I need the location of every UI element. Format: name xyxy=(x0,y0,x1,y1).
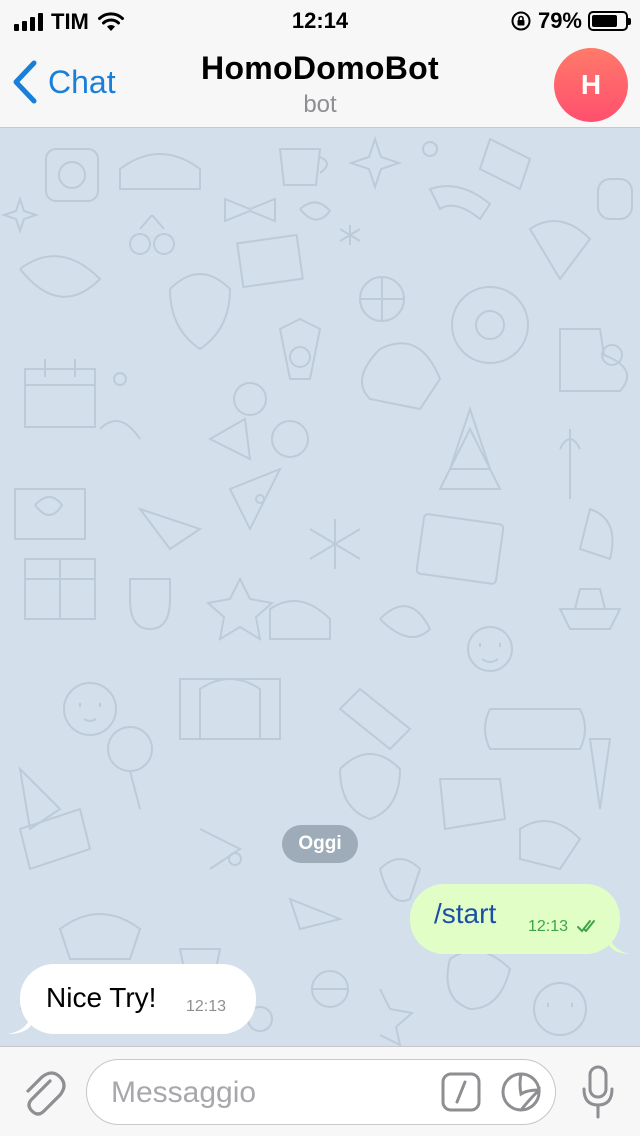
message-text: Nice Try! xyxy=(46,982,157,1013)
status-bar: TIM 12:14 79% xyxy=(0,0,640,40)
outgoing-message[interactable]: /start 12:13 xyxy=(410,884,630,954)
chevron-left-icon xyxy=(13,60,37,104)
command-icon[interactable] xyxy=(441,1072,481,1112)
message-input[interactable] xyxy=(111,1072,411,1114)
paperclip-icon[interactable] xyxy=(20,1067,66,1117)
date-separator: Oggi xyxy=(282,825,358,863)
message-text: /start xyxy=(434,898,497,929)
message-time: 12:13 xyxy=(186,998,227,1015)
double-check-icon xyxy=(577,920,595,933)
chat-area[interactable]: Oggi /start 12:13 Nice Try! 12:13 xyxy=(0,129,640,1046)
back-label: Chat xyxy=(48,63,116,100)
message-time: 12:13 xyxy=(528,918,569,935)
battery-icon xyxy=(588,11,631,31)
rotation-lock-icon xyxy=(511,11,531,31)
bubble-tail xyxy=(608,930,630,954)
bubble-tail xyxy=(8,1010,32,1034)
signal-icon xyxy=(14,13,43,31)
sticker-icon[interactable] xyxy=(501,1072,541,1112)
microphone-icon[interactable] xyxy=(580,1065,616,1119)
battery-level xyxy=(592,15,618,27)
status-right: 79% xyxy=(510,8,631,34)
incoming-message[interactable]: Nice Try! 12:13 xyxy=(8,964,256,1034)
avatar-letter: H xyxy=(580,69,602,100)
chat-title: HomoDomoBot xyxy=(201,50,439,86)
chat-header[interactable]: HomoDomoBot bot xyxy=(160,50,480,119)
carrier-name: TIM xyxy=(51,9,89,34)
wifi-icon xyxy=(97,12,124,31)
message-input-container[interactable] xyxy=(86,1059,556,1125)
status-left: TIM xyxy=(14,9,125,35)
chat-subtitle: bot xyxy=(303,91,337,118)
avatar[interactable]: H xyxy=(554,48,628,122)
battery-percent: 79% xyxy=(537,8,582,33)
nav-bar: Chat HomoDomoBot bot H xyxy=(0,40,640,128)
input-bar xyxy=(0,1046,640,1136)
back-button[interactable]: Chat xyxy=(12,60,116,104)
